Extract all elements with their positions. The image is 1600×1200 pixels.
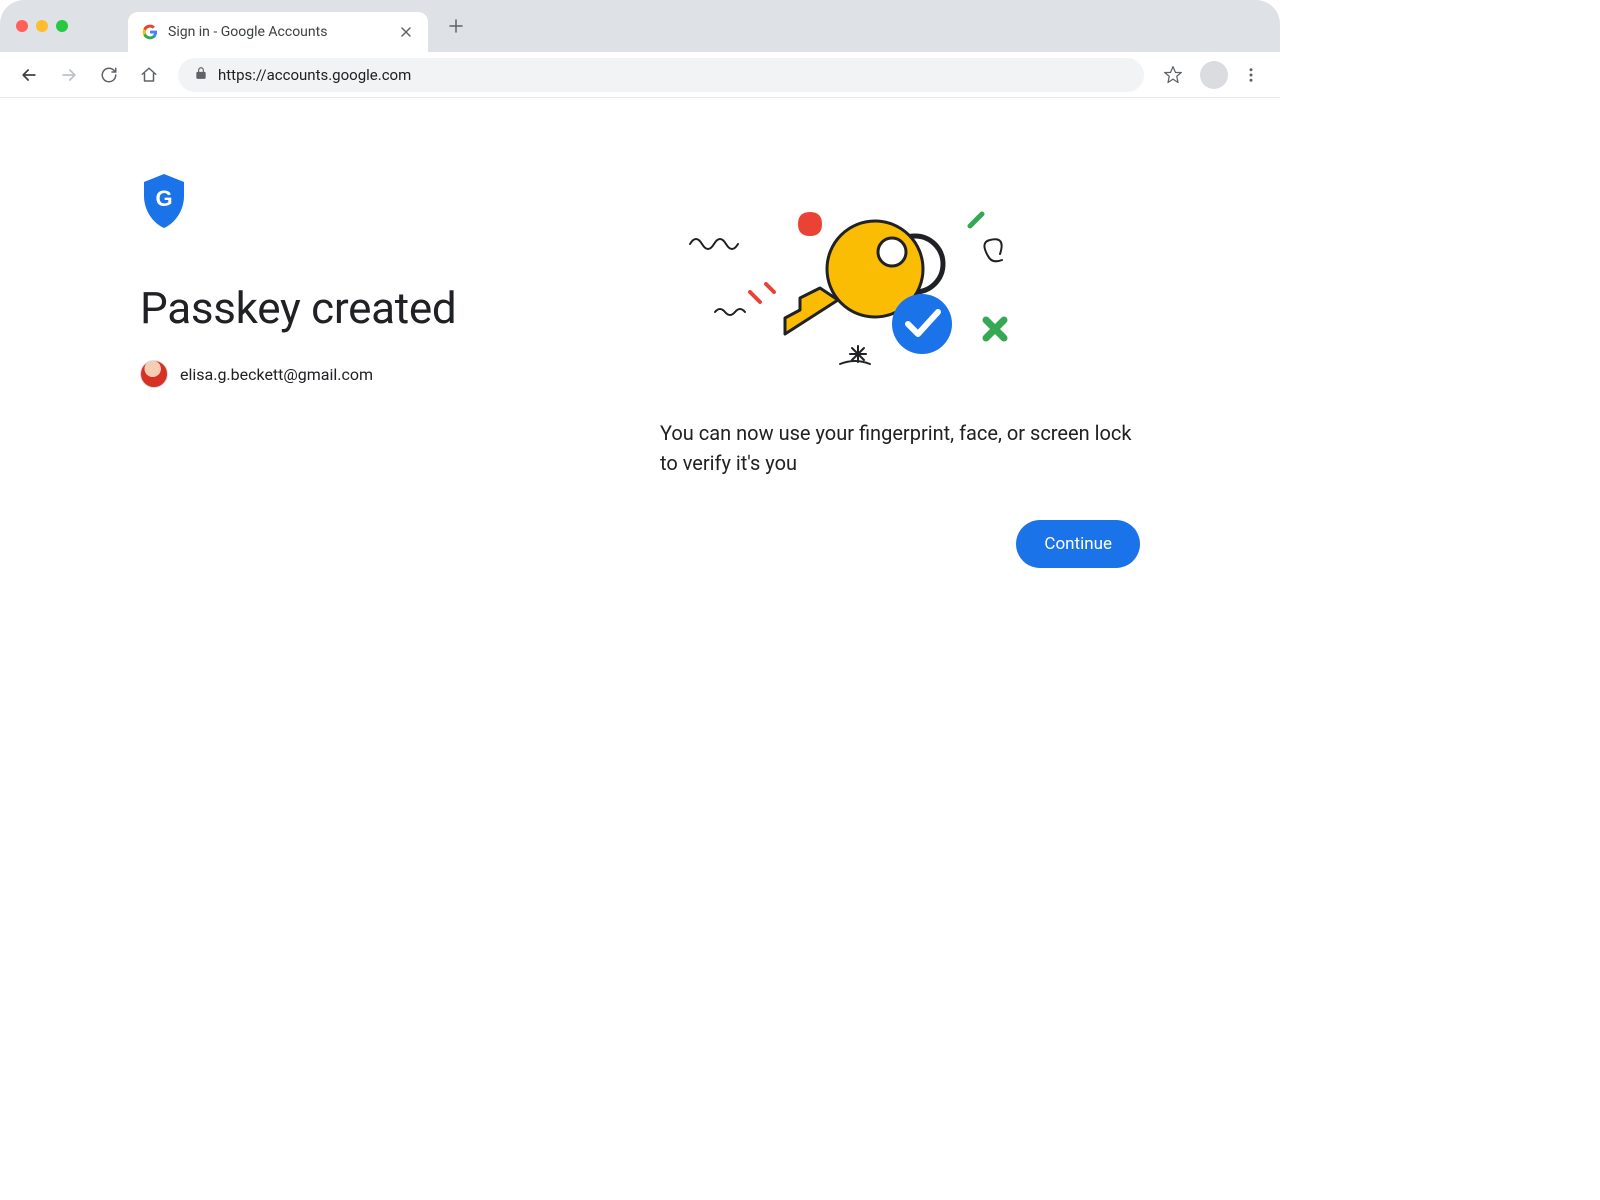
window-close-button[interactable] <box>16 20 28 32</box>
account-email: elisa.g.beckett@gmail.com <box>180 365 373 384</box>
window-maximize-button[interactable] <box>56 20 68 32</box>
page-title: Passkey created <box>140 282 660 334</box>
menu-button[interactable] <box>1234 58 1268 92</box>
tab-title: Sign in - Google Accounts <box>168 24 388 40</box>
window-minimize-button[interactable] <box>36 20 48 32</box>
forward-button[interactable] <box>52 58 86 92</box>
continue-button[interactable]: Continue <box>1016 520 1140 568</box>
left-column: G Passkey created elisa.g.beckett@gmail.… <box>140 174 660 568</box>
bookmark-button[interactable] <box>1156 58 1190 92</box>
back-button[interactable] <box>12 58 46 92</box>
right-column: You can now use your fingerprint, face, … <box>660 174 1140 568</box>
browser-toolbar: https://accounts.google.com <box>0 52 1280 98</box>
page-content: G Passkey created elisa.g.beckett@gmail.… <box>0 98 1280 568</box>
reload-button[interactable] <box>92 58 126 92</box>
tab-strip: Sign in - Google Accounts <box>0 0 1280 52</box>
body-text: You can now use your fingerprint, face, … <box>660 418 1140 478</box>
google-shield-icon: G <box>140 174 188 228</box>
new-tab-button[interactable] <box>442 12 470 40</box>
passkey-illustration-icon <box>660 184 1060 384</box>
account-avatar-icon <box>140 360 168 388</box>
url-text: https://accounts.google.com <box>218 66 411 84</box>
lock-icon <box>194 66 208 84</box>
home-button[interactable] <box>132 58 166 92</box>
google-favicon-icon <box>142 24 158 40</box>
window-controls <box>16 20 68 32</box>
button-row: Continue <box>660 520 1140 568</box>
address-bar[interactable]: https://accounts.google.com <box>178 58 1144 92</box>
close-tab-button[interactable] <box>398 24 414 40</box>
account-chip[interactable]: elisa.g.beckett@gmail.com <box>140 360 660 388</box>
profile-avatar-button[interactable] <box>1200 61 1228 89</box>
svg-text:G: G <box>155 186 172 211</box>
browser-tab[interactable]: Sign in - Google Accounts <box>128 12 428 52</box>
